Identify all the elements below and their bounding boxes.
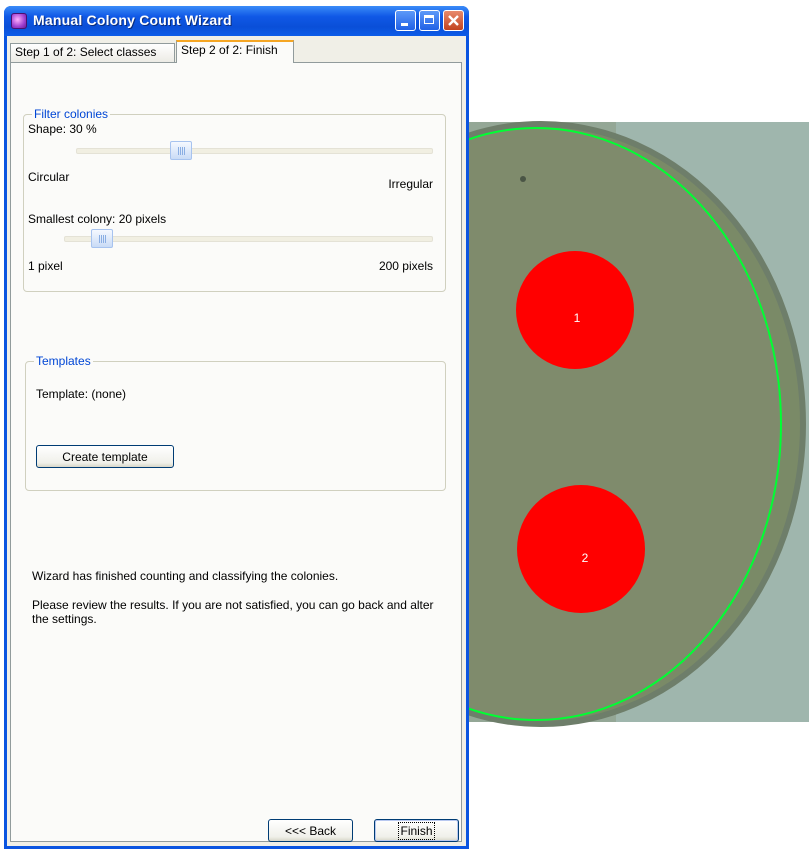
tab-select-classes[interactable]: Step 1 of 2: Select classes bbox=[10, 43, 175, 62]
minimize-icon bbox=[401, 23, 408, 26]
finish-button-label: Finish bbox=[398, 821, 435, 840]
back-button[interactable]: <<< Back bbox=[268, 819, 353, 842]
size-min-label: 1 pixel bbox=[28, 259, 63, 273]
template-label: Template: (none) bbox=[36, 387, 127, 401]
filter-colonies-title: Filter colonies bbox=[32, 107, 111, 121]
filter-colonies-group: Filter colonies Shape: 30 % Circular Irr… bbox=[23, 107, 446, 292]
tab-finish[interactable]: Step 2 of 2: Finish bbox=[176, 40, 294, 63]
finish-button[interactable]: Finish bbox=[374, 819, 459, 842]
title-bar[interactable]: Manual Colony Count Wizard bbox=[4, 6, 469, 36]
colony-marker[interactable] bbox=[517, 485, 645, 613]
speck bbox=[520, 176, 526, 182]
minimize-button[interactable] bbox=[395, 10, 416, 31]
create-template-button[interactable]: Create template bbox=[36, 445, 174, 468]
colony-label: 1 bbox=[573, 311, 581, 325]
shape-min-label: Circular bbox=[28, 170, 70, 184]
size-slider-track[interactable] bbox=[64, 236, 433, 242]
maximize-button[interactable] bbox=[419, 10, 440, 31]
shape-slider-track[interactable] bbox=[76, 148, 433, 154]
templates-group: Templates Template: (none) Create templa… bbox=[25, 354, 446, 491]
app-icon bbox=[11, 13, 27, 29]
plate-canvas bbox=[466, 121, 809, 727]
size-slider-thumb[interactable] bbox=[90, 229, 113, 248]
size-label: Smallest colony: 20 pixels bbox=[28, 212, 167, 226]
finished-message: Wizard has finished counting and classif… bbox=[32, 569, 339, 583]
window-title: Manual Colony Count Wizard bbox=[33, 12, 232, 28]
close-button[interactable] bbox=[443, 10, 464, 31]
plate-image: 1 2 bbox=[466, 0, 809, 852]
close-icon bbox=[448, 15, 459, 26]
size-max-label: 200 pixels bbox=[378, 259, 433, 273]
templates-title: Templates bbox=[34, 354, 93, 368]
colony-label: 2 bbox=[581, 551, 589, 565]
review-message: Please review the results. If you are no… bbox=[32, 598, 434, 626]
shape-slider-thumb[interactable] bbox=[169, 141, 192, 160]
window-client: Step 1 of 2: Select classes Step 2 of 2:… bbox=[7, 36, 466, 846]
maximize-icon bbox=[424, 15, 434, 24]
colony-marker[interactable] bbox=[516, 251, 634, 369]
tab-panel: Filter colonies Shape: 30 % Circular Irr… bbox=[10, 62, 462, 842]
shape-max-label: Irregular bbox=[388, 177, 433, 191]
wizard-window: Manual Colony Count Wizard Step 1 of 2: … bbox=[4, 6, 469, 849]
shape-label: Shape: 30 % bbox=[28, 122, 97, 136]
